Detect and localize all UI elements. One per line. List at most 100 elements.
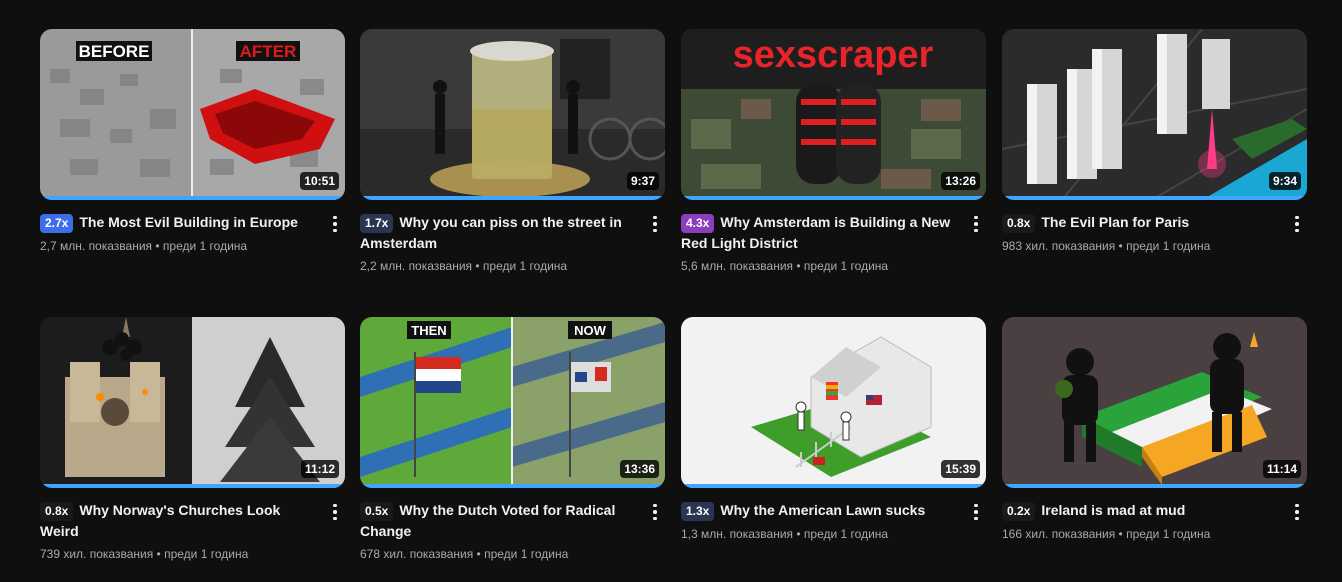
- duration-badge: 13:36: [620, 460, 659, 478]
- video-card[interactable]: 15:39 1.3x Why the American Lawn sucks 1,…: [681, 317, 986, 543]
- watch-progress-bar: [360, 196, 665, 200]
- upload-age: преди 1 година: [162, 239, 248, 253]
- watch-progress-bar: [681, 196, 986, 200]
- video-meta: 739 хил. показвания • преди 1 година: [40, 547, 249, 561]
- thumbnail-image: sexscraper: [681, 29, 986, 200]
- video-title[interactable]: 0.8x The Evil Plan for Paris: [1002, 212, 1307, 233]
- duration-badge: 11:12: [300, 460, 339, 478]
- thumbnail-image: [1002, 317, 1307, 488]
- watch-progress-bar: [40, 196, 345, 200]
- video-thumbnail[interactable]: 11:12: [40, 317, 345, 488]
- view-count: 166 хил. показвания: [1002, 527, 1116, 541]
- upload-age: преди 1 година: [482, 259, 568, 273]
- speed-badge: 2.7x: [40, 214, 74, 233]
- video-card[interactable]: BEFORE AFTER 10:51 2.7x The Most Evil Bui…: [40, 29, 345, 255]
- video-meta: 166 хил. показвания • преди 1 година: [1002, 527, 1211, 541]
- video-card[interactable]: 9:34 0.8x The Evil Plan for Paris 983 хил…: [1002, 29, 1307, 255]
- video-meta: 983 хил. показвания • преди 1 година: [1002, 239, 1211, 253]
- video-card[interactable]: 11:14 0.2x Ireland is mad at mud 166 хил.…: [1002, 317, 1307, 543]
- video-card[interactable]: sexscraper 13:26 4.3x Why Amsterdam is Bu…: [681, 29, 986, 275]
- video-title[interactable]: 0.5x Why the Dutch Voted for Radical Chan…: [360, 500, 665, 541]
- duration-badge: 15:39: [941, 460, 980, 478]
- view-count: 1,3 млн. показвания: [681, 527, 794, 541]
- thumbnail-image: [360, 29, 665, 200]
- upload-age: преди 1 година: [803, 527, 889, 541]
- view-count: 2,7 млн. показвания: [40, 239, 153, 253]
- speed-badge: 1.3x: [681, 502, 715, 521]
- video-thumbnail[interactable]: BEFORE AFTER 10:51: [40, 29, 345, 200]
- watch-progress-bar: [1002, 196, 1307, 200]
- video-thumbnail[interactable]: 11:14: [1002, 317, 1307, 488]
- video-title-text: The Evil Plan for Paris: [1041, 214, 1190, 230]
- more-options-icon[interactable]: [647, 212, 663, 236]
- duration-badge: 9:34: [1268, 172, 1301, 190]
- video-title[interactable]: 2.7x The Most Evil Building in Europe: [40, 212, 345, 233]
- more-options-icon[interactable]: [1289, 212, 1305, 236]
- more-options-icon[interactable]: [968, 500, 984, 524]
- speed-badge: 0.2x: [1002, 502, 1036, 521]
- thumbnail-image: BEFORE AFTER: [40, 29, 345, 200]
- video-meta: 2,2 млн. показвания • преди 1 година: [360, 259, 568, 273]
- thumbnail-image: THEN NOW: [360, 317, 665, 488]
- more-options-icon[interactable]: [968, 212, 984, 236]
- video-title-text: Why the American Lawn sucks: [720, 502, 926, 518]
- speed-badge: 0.8x: [40, 502, 74, 521]
- duration-badge: 11:14: [1262, 460, 1301, 478]
- video-meta: 2,7 млн. показвания • преди 1 година: [40, 239, 248, 253]
- upload-age: преди 1 година: [1126, 239, 1211, 253]
- more-options-icon[interactable]: [1289, 500, 1305, 524]
- video-meta: 1,3 млн. показвания • преди 1 година: [681, 527, 889, 541]
- thumbnail-image: [1002, 29, 1307, 200]
- duration-badge: 10:51: [300, 172, 339, 190]
- video-title[interactable]: 1.3x Why the American Lawn sucks: [681, 500, 986, 521]
- watch-progress-bar: [1002, 484, 1307, 488]
- video-thumbnail[interactable]: 15:39: [681, 317, 986, 488]
- thumb-after-label: AFTER: [240, 42, 297, 61]
- upload-age: преди 1 година: [1126, 527, 1211, 541]
- video-card[interactable]: 11:12 0.8x Why Norway's Churches Look Wei…: [40, 317, 345, 563]
- video-title-text: Why Norway's Churches Look Weird: [40, 502, 281, 539]
- video-thumbnail[interactable]: 9:34: [1002, 29, 1307, 200]
- video-title-text: The Most Evil Building in Europe: [79, 214, 298, 230]
- more-options-icon[interactable]: [327, 500, 343, 524]
- video-card[interactable]: THEN NOW 13:36 0.5x Why the Dutch Voted f…: [360, 317, 665, 563]
- video-title-text: Why Amsterdam is Building a New Red Ligh…: [681, 214, 951, 251]
- watch-progress-bar: [360, 484, 665, 488]
- more-options-icon[interactable]: [327, 212, 343, 236]
- video-thumbnail[interactable]: 9:37: [360, 29, 665, 200]
- view-count: 2,2 млн. показвания: [360, 259, 473, 273]
- view-count: 983 хил. показвания: [1002, 239, 1116, 253]
- video-title[interactable]: 4.3x Why Amsterdam is Building a New Red …: [681, 212, 986, 253]
- upload-age: преди 1 година: [803, 259, 889, 273]
- video-title[interactable]: 0.2x Ireland is mad at mud: [1002, 500, 1307, 521]
- thumb-now-label: NOW: [574, 323, 607, 338]
- thumb-then-label: THEN: [411, 323, 446, 338]
- view-count: 5,6 млн. показвания: [681, 259, 794, 273]
- view-count: 678 хил. показвания: [360, 547, 474, 561]
- upload-age: преди 1 година: [484, 547, 569, 561]
- watch-progress-bar: [681, 484, 986, 488]
- view-count: 739 хил. показвания: [40, 547, 154, 561]
- video-meta: 678 хил. показвания • преди 1 година: [360, 547, 569, 561]
- video-card[interactable]: 9:37 1.7x Why you can piss on the street …: [360, 29, 665, 275]
- video-thumbnail[interactable]: sexscraper 13:26: [681, 29, 986, 200]
- video-title-text: Ireland is mad at mud: [1041, 502, 1186, 518]
- video-title-text: Why you can piss on the street in Amster…: [360, 214, 622, 251]
- speed-badge: 0.5x: [360, 502, 394, 521]
- video-title[interactable]: 0.8x Why Norway's Churches Look Weird: [40, 500, 345, 541]
- thumb-headline: sexscraper: [733, 34, 934, 76]
- duration-badge: 9:37: [626, 172, 659, 190]
- thumb-before-label: BEFORE: [79, 42, 150, 61]
- more-options-icon[interactable]: [647, 500, 663, 524]
- speed-badge: 1.7x: [360, 214, 394, 233]
- duration-badge: 13:26: [941, 172, 980, 190]
- video-thumbnail[interactable]: THEN NOW 13:36: [360, 317, 665, 488]
- video-title-text: Why the Dutch Voted for Radical Change: [360, 502, 616, 539]
- speed-badge: 4.3x: [681, 214, 715, 233]
- speed-badge: 0.8x: [1002, 214, 1036, 233]
- thumbnail-image: [40, 317, 345, 488]
- video-meta: 5,6 млн. показвания • преди 1 година: [681, 259, 889, 273]
- upload-age: преди 1 година: [164, 547, 249, 561]
- watch-progress-bar: [40, 484, 345, 488]
- video-title[interactable]: 1.7x Why you can piss on the street in Am…: [360, 212, 665, 253]
